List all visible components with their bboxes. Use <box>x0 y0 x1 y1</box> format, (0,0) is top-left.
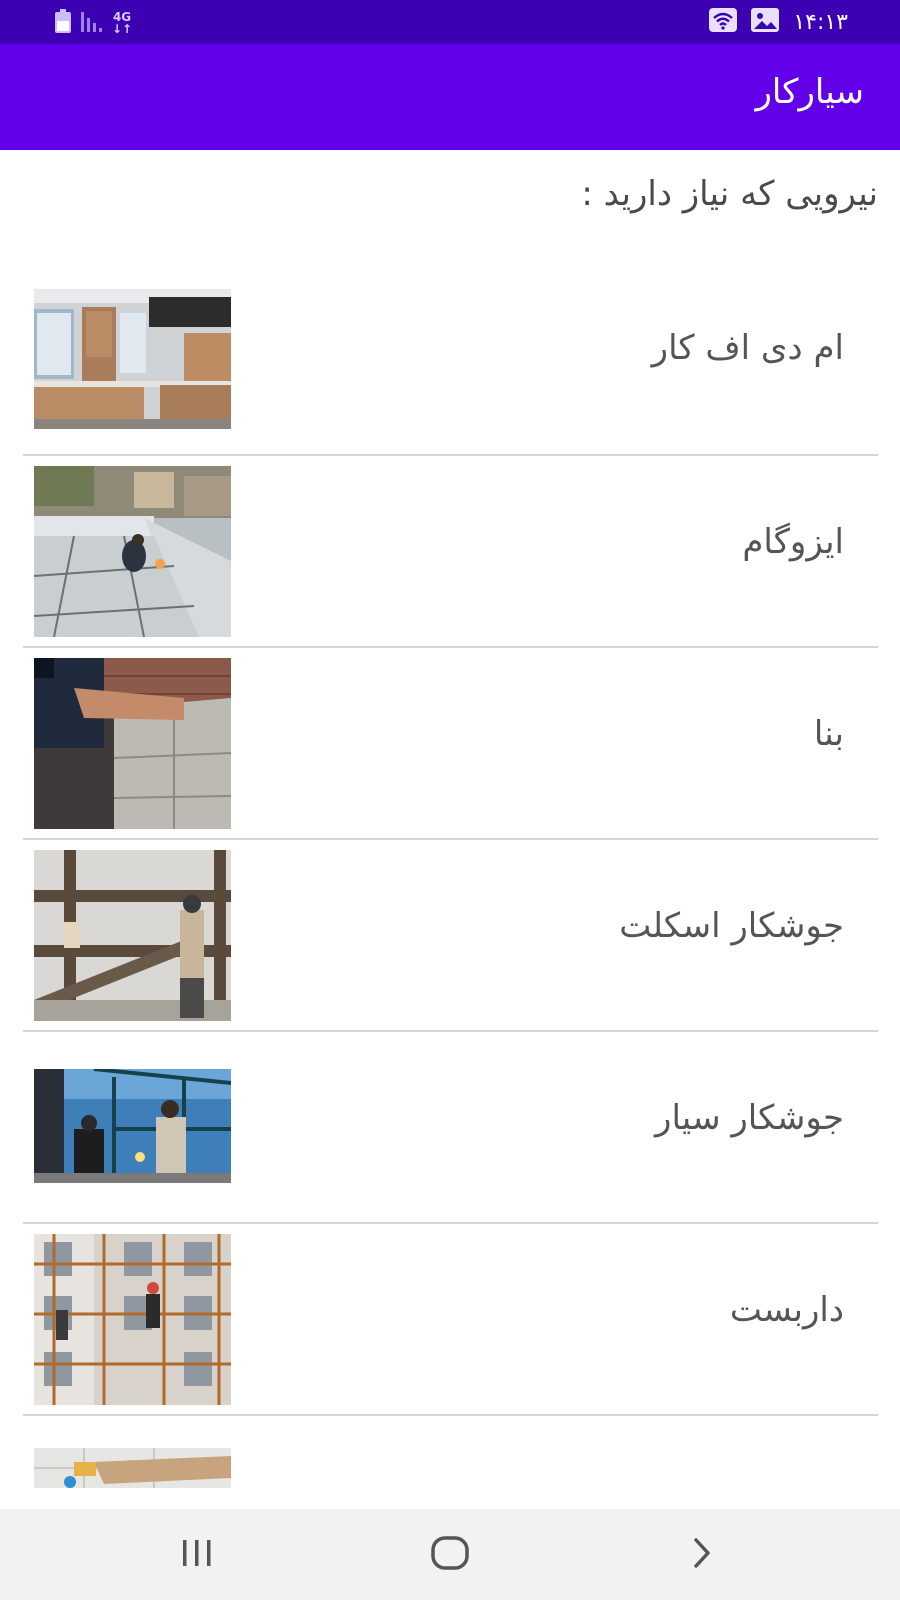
status-time: ۱۴:۱۳ <box>793 9 848 35</box>
list-item-label: ام دی اف کار <box>651 328 844 368</box>
list-item-isogam[interactable]: ایزوگام <box>0 456 900 648</box>
status-right-group: ۱۴:۱۳ <box>709 7 848 37</box>
status-bar: 4G ↓↑ ۱۴:۱۳ <box>0 0 900 44</box>
system-nav-bar <box>0 1509 900 1600</box>
list-item-mobile-welder[interactable]: جوشکار سیار <box>0 1032 900 1224</box>
battery-icon <box>54 9 72 37</box>
tiling-photo <box>34 1448 231 1488</box>
list-item-mdf[interactable]: ام دی اف کار <box>0 262 900 456</box>
prompt-heading: نیرویی که نیاز دارید : <box>581 174 878 214</box>
list-item-banna[interactable]: بنا <box>0 648 900 840</box>
mobile-welder-photo <box>34 1069 231 1183</box>
recent-apps-button[interactable] <box>167 1531 227 1579</box>
back-icon <box>690 1537 714 1573</box>
list-item-scaffolding[interactable]: داربست <box>0 1224 900 1416</box>
app-title: سیارکار <box>755 72 865 112</box>
list-item-label: بنا <box>813 714 844 754</box>
steel-frame-welder-photo <box>34 850 231 1021</box>
list-item-steel-welder[interactable]: جوشکار اسکلت <box>0 840 900 1032</box>
bricklayer-photo <box>34 658 231 829</box>
network-4g-icon: 4G ↓↑ <box>112 11 132 35</box>
back-button[interactable] <box>672 1531 732 1579</box>
kitchen-cabinets-photo <box>34 289 231 429</box>
list-item-label: جوشکار سیار <box>655 1098 844 1138</box>
signal-icon <box>80 10 104 36</box>
list-item-label: ایزوگام <box>742 522 844 562</box>
status-left-group: 4G ↓↑ <box>54 9 132 37</box>
app-screen: 4G ↓↑ ۱۴:۱۳ سیارکار نیرویی که نیاز دارید… <box>0 0 900 1600</box>
list-item-label: داربست <box>729 1290 844 1330</box>
wifi-icon <box>709 8 738 36</box>
scaffolding-workers-photo <box>34 1234 231 1405</box>
roof-insulation-worker-photo <box>34 466 231 637</box>
image-notification-icon <box>751 8 780 36</box>
data-arrows-icon: ↓↑ <box>112 22 133 36</box>
list-item-label: جوشکار اسکلت <box>619 906 844 946</box>
home-button[interactable] <box>420 1531 480 1579</box>
recent-apps-icon <box>179 1538 215 1572</box>
app-bar: سیارکار <box>0 44 900 150</box>
home-icon <box>430 1535 470 1575</box>
worker-type-list: ام دی اف کار ایزوگام بنا جوشکار اسکلت جو… <box>0 262 900 1536</box>
